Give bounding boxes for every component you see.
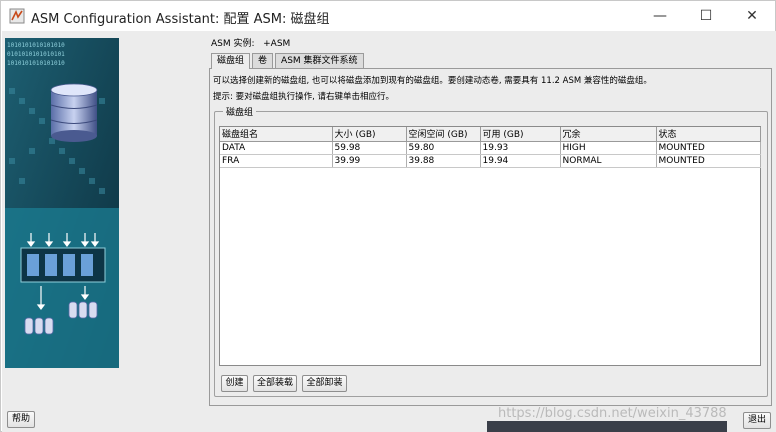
cell-free: 39.88 <box>406 154 481 168</box>
column-header-free[interactable]: 空闲空间 (GB) <box>406 127 481 142</box>
column-header-state[interactable]: 状态 <box>656 127 761 142</box>
close-button[interactable]: ✕ <box>729 1 775 31</box>
hint-text: 提示: 要对磁盘组执行操作, 请右键单击相应行。 <box>213 92 394 102</box>
table-row[interactable]: DATA 59.98 59.80 19.93 HIGH MOUNTED <box>220 141 761 155</box>
maximize-icon: ☐ <box>699 8 713 24</box>
cell-state: MOUNTED <box>656 141 761 155</box>
maximize-button[interactable]: ☐ <box>683 1 729 31</box>
tab-volumes[interactable]: 卷 <box>252 53 274 68</box>
column-header-name[interactable]: 磁盘组名 <box>220 127 333 142</box>
tab-acfs[interactable]: ASM 集群文件系统 <box>275 53 364 68</box>
binary-row: 0101010101010101 <box>7 51 65 58</box>
column-header-size[interactable]: 大小 (GB) <box>332 127 407 142</box>
window-title: ASM Configuration Assistant: 配置 ASM: 磁盘组 <box>31 12 330 27</box>
help-button[interactable]: 帮助 <box>7 411 35 428</box>
asm-illustration: 1010101010101010 0101010101010101 101010… <box>5 38 119 368</box>
table-row[interactable]: FRA 39.99 39.88 19.94 NORMAL MOUNTED <box>220 154 761 168</box>
tab-bar: 磁盘组 卷 ASM 集群文件系统 <box>211 53 366 69</box>
close-icon: ✕ <box>746 8 758 24</box>
create-button[interactable]: 创建 <box>221 375 248 392</box>
unmount-all-button[interactable]: 全部卸装 <box>302 375 347 392</box>
cell-redundancy: HIGH <box>560 141 657 155</box>
binary-row: 1010101010101010 <box>7 42 65 49</box>
app-icon <box>9 8 25 24</box>
tab-disk-groups[interactable]: 磁盘组 <box>211 53 251 69</box>
cell-size: 39.99 <box>332 154 407 168</box>
cell-redundancy: NORMAL <box>560 154 657 168</box>
minimize-icon: — <box>653 8 667 24</box>
asm-configuration-window: ASM Configuration Assistant: 配置 ASM: 磁盘组… <box>0 0 776 432</box>
column-header-redundancy[interactable]: 冗余 <box>560 127 657 142</box>
asm-instance-label: ASM 实例: <box>211 39 255 49</box>
minimize-button[interactable]: — <box>637 1 683 31</box>
cell-name: FRA <box>220 154 333 168</box>
binary-row: 1010101010101010 <box>7 60 65 67</box>
asm-instance-info: ASM 实例: +ASM <box>211 36 290 49</box>
cell-state: MOUNTED <box>656 154 761 168</box>
cell-free: 59.80 <box>406 141 481 155</box>
column-header-usable[interactable]: 可用 (GB) <box>480 127 561 142</box>
database-icon <box>50 83 98 142</box>
cell-usable: 19.93 <box>480 141 561 155</box>
title-bar: ASM Configuration Assistant: 配置 ASM: 磁盘组… <box>1 1 775 31</box>
taskbar-fragment <box>487 421 727 432</box>
table-header-row: 磁盘组名 大小 (GB) 空闲空间 (GB) 可用 (GB) 冗余 状态 <box>220 127 761 142</box>
asm-instance-value: +ASM <box>263 39 291 49</box>
cell-size: 59.98 <box>332 141 407 155</box>
disk-group-box-title: 磁盘组 <box>223 105 257 118</box>
description-text: 可以选择创建新的磁盘组, 也可以将磁盘添加到现有的磁盘组。要创建动态卷, 需要具… <box>213 76 652 86</box>
mount-all-button[interactable]: 全部装载 <box>253 375 297 392</box>
cell-name: DATA <box>220 141 333 155</box>
exit-button[interactable]: 退出 <box>743 412 771 429</box>
disk-group-table: 磁盘组名 大小 (GB) 空闲空间 (GB) 可用 (GB) 冗余 状态 DAT… <box>219 126 761 366</box>
cell-usable: 19.94 <box>480 154 561 168</box>
watermark: https://blog.csdn.net/weixin_43788 <box>498 406 727 421</box>
